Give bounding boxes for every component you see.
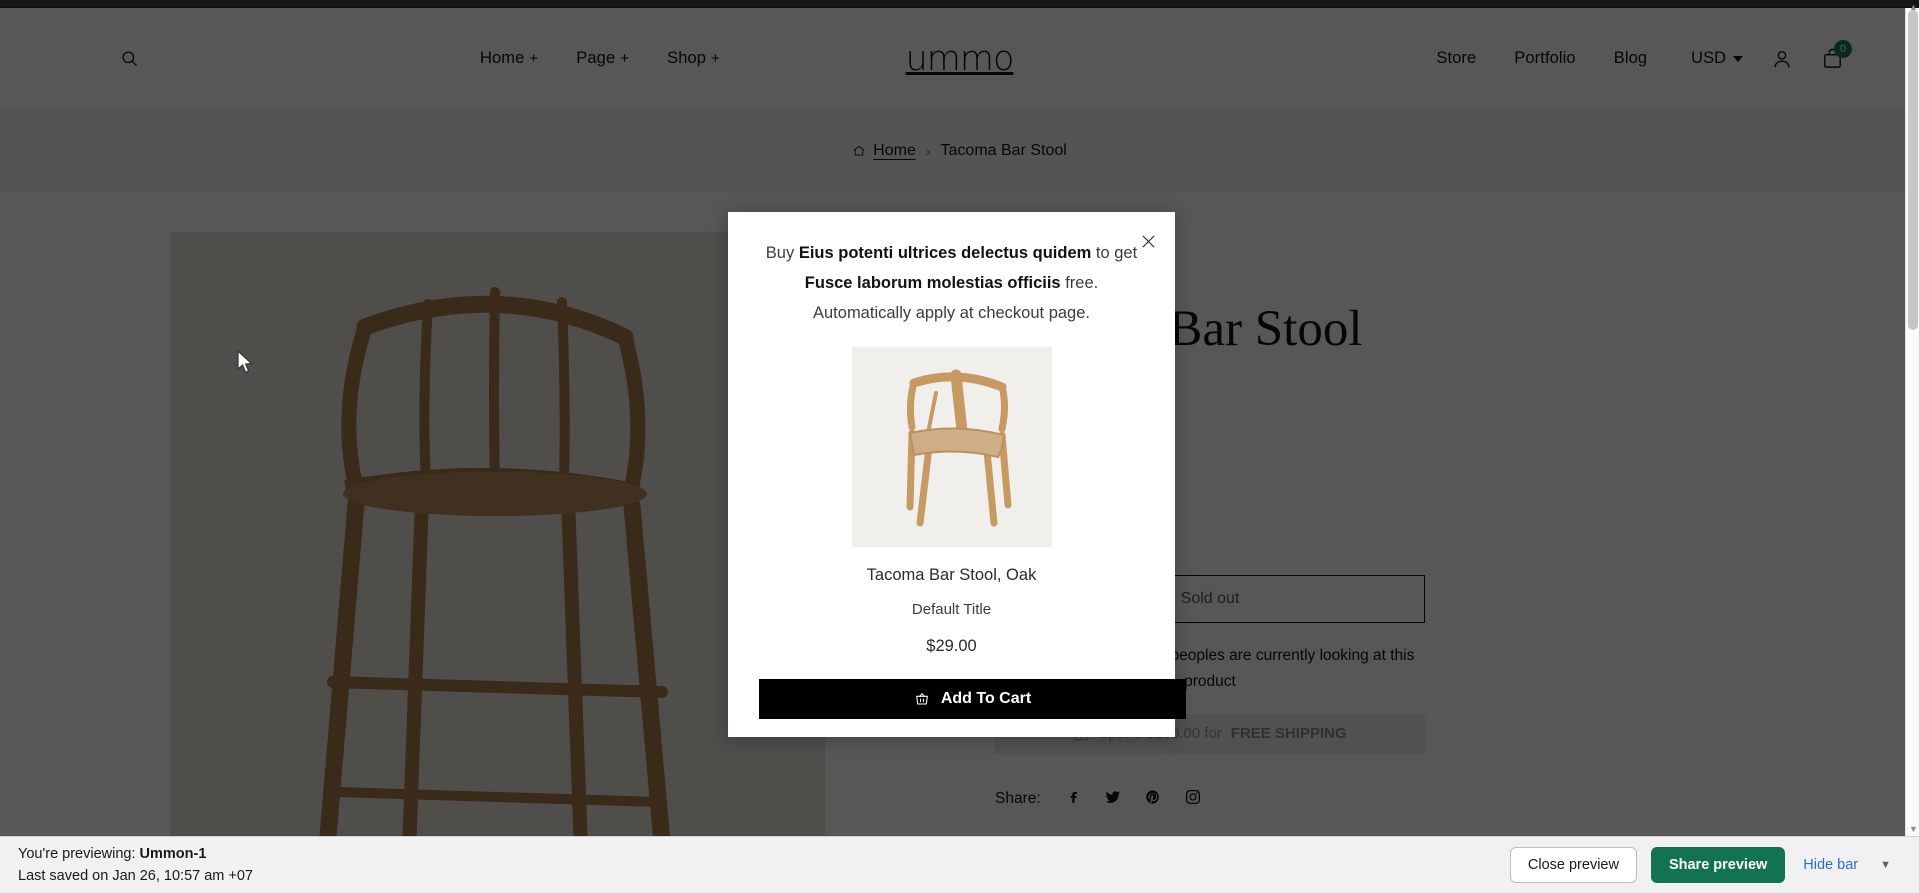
promo-message-part2: to get	[1091, 244, 1138, 262]
page-scrollbar[interactable]: ▲ ▼	[1905, 2, 1919, 836]
promo-message-bold1: Eius potenti ultrices delectus quidem	[798, 244, 1092, 262]
page-root: Home+ Page+ Shop+ ummo Store Portfolio B…	[0, 0, 1919, 893]
preview-info: You're previewing: Ummon-1 Last saved on…	[18, 843, 253, 888]
preview-last-saved: Last saved on Jan 26, 10:57 am +07	[18, 868, 253, 884]
scroll-down-arrow-icon[interactable]: ▼	[1909, 824, 1918, 834]
promo-modal: Buy Eius potenti ultrices delectus quide…	[728, 212, 1186, 738]
preview-actions: Close preview Share preview Hide bar ▼	[1509, 847, 1901, 883]
oak-chair-illustration	[851, 347, 1052, 548]
add-to-cart-label: Add To Cart	[940, 690, 1032, 708]
add-to-cart-button[interactable]: Add To Cart	[759, 679, 1186, 720]
scrollbar-thumb[interactable]	[1908, 10, 1918, 330]
promo-message: Buy Eius potenti ultrices delectus quide…	[759, 238, 1144, 328]
promo-product-image[interactable]	[851, 347, 1052, 548]
preview-collapse-caret-icon[interactable]: ▼	[1880, 859, 1891, 871]
share-preview-button[interactable]: Share preview	[1650, 847, 1786, 883]
close-preview-button[interactable]: Close preview	[1509, 847, 1637, 883]
promo-product-price: $29.00	[926, 637, 977, 656]
promo-product-variant: Default Title	[911, 601, 992, 619]
preview-line-1: You're previewing: Ummon-1	[18, 843, 253, 865]
hide-bar-button[interactable]: Hide bar	[1799, 853, 1862, 877]
add-to-cart-wrap: Add To Cart	[759, 679, 1186, 737]
scroll-up-arrow-icon[interactable]: ▲	[1909, 2, 1918, 12]
promo-message-bold2: Fusce laborum molestias officiis	[804, 274, 1061, 293]
preview-theme-name: Ummon-1	[139, 845, 207, 862]
promo-message-part1: Buy	[765, 244, 799, 262]
preview-bar: You're previewing: Ummon-1 Last saved on…	[0, 836, 1919, 893]
close-icon[interactable]	[1134, 227, 1163, 259]
promo-product-name: Tacoma Bar Stool, Oak	[866, 566, 1037, 585]
basket-icon	[915, 692, 928, 705]
previewing-label: You're previewing:	[18, 845, 136, 862]
